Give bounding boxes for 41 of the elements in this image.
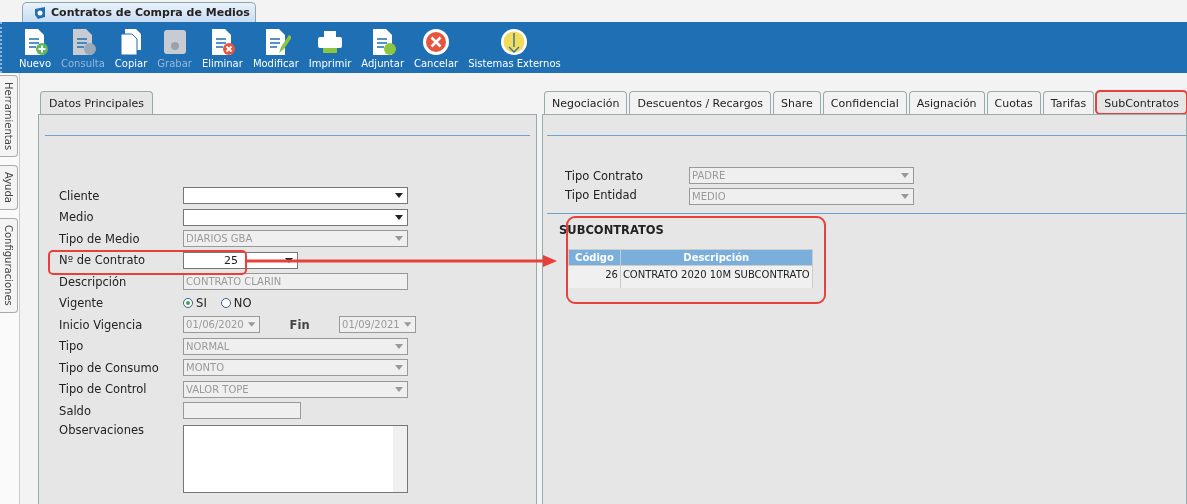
side-tab[interactable]: Ayuda — [0, 165, 18, 211]
field-label: Tipo Contrato — [565, 168, 645, 183]
toolbar-button[interactable]: Imprimir — [305, 24, 355, 71]
field-label: Medio — [59, 210, 95, 224]
panel-tab[interactable]: Negociación — [544, 91, 628, 114]
toolbar-button[interactable]: Sistemas Externos — [465, 24, 564, 71]
toolbar-button[interactable]: Eliminar — [198, 24, 246, 71]
window-title: Contratos de Compra de Medios — [51, 6, 250, 19]
window-tab[interactable]: Contratos de Compra de Medios — [22, 2, 256, 22]
field-label: Saldo — [59, 403, 92, 418]
radio-option[interactable]: SI — [183, 296, 207, 310]
field-label: Tipo Entidad — [565, 187, 638, 202]
toolbar-button[interactable]: Cancelar — [411, 24, 462, 71]
field-label: Fin — [288, 317, 311, 332]
side-tab[interactable]: Configuraciones — [0, 218, 18, 313]
table-cell: 26 — [568, 265, 621, 288]
panel-tab[interactable]: Confidencial — [822, 91, 907, 114]
panel-tab[interactable]: Share — [773, 91, 821, 114]
toolbar-button[interactable]: Adjuntar — [358, 24, 407, 71]
radio-option[interactable]: NO — [220, 296, 252, 310]
field-label: Tipo de Control — [59, 382, 148, 396]
toolbar-button[interactable]: Copiar — [111, 24, 151, 71]
panel-tab[interactable]: Asignación — [908, 91, 985, 114]
toolbar-button[interactable]: Nuevo — [16, 24, 54, 71]
field-label: Descripción — [59, 274, 128, 289]
field-label: Tipo — [59, 339, 85, 353]
panel-tab[interactable]: Tarifas — [1042, 91, 1095, 114]
panel-tab[interactable]: Datos Principales — [40, 91, 153, 114]
field-label: Tipo de Consumo — [59, 360, 160, 375]
field-label: Tipo de Medio — [59, 231, 141, 246]
field-label: Cliente — [59, 188, 101, 203]
toolbar-button[interactable]: Modificar — [249, 24, 302, 71]
field-label: Inicio Vigencia — [59, 317, 144, 332]
panel-tab[interactable]: Cuotas — [986, 91, 1041, 114]
table-cell: CONTRATO 2020 10M SUBCONTRATO — [620, 265, 813, 288]
side-tab[interactable]: Herramientas — [0, 75, 18, 158]
field-label: Nº de Contrato — [59, 253, 146, 267]
field-label: Observaciones — [59, 422, 145, 437]
panel-tab[interactable]: Descuentos / Recargos — [629, 91, 772, 114]
panel-tab[interactable]: SubContratos — [1096, 91, 1187, 114]
field-label: Vigente — [59, 296, 105, 310]
